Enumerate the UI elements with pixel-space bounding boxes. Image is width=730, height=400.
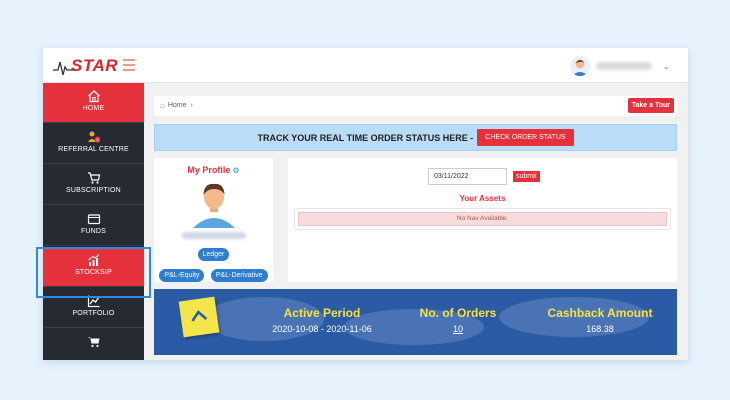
- take-a-tour-button[interactable]: Take a Tour: [627, 98, 674, 113]
- sidebar-item-label: HOME: [82, 105, 105, 112]
- orders-count-link[interactable]: 10: [408, 324, 508, 334]
- growth-chart-icon: [87, 254, 99, 266]
- date-input[interactable]: [428, 168, 507, 185]
- track-order-banner: TRACK YOUR REAL TIME ORDER STATUS HERE -…: [154, 124, 677, 151]
- cashback-value: 168.38: [586, 324, 614, 334]
- cart-icon: [87, 337, 99, 348]
- breadcrumb-separator: ›: [190, 102, 193, 109]
- active-period-stat: Active Period 2020-10-08 - 2020-11-06: [262, 306, 382, 334]
- cart-icon: [87, 172, 100, 184]
- cashback-title: Cashback Amount: [547, 306, 653, 320]
- sidebar-item-label: STOCKSIP: [75, 269, 112, 276]
- cashback-stat: Cashback Amount 168.38: [542, 306, 658, 334]
- sidebar-item-label: PORTFOLIO: [72, 310, 115, 317]
- active-period-value: 2020-10-08 - 2020-11-06: [272, 324, 372, 334]
- chevron-down-icon[interactable]: ⌄: [662, 61, 670, 72]
- sticky-note-chevron-up-icon: [178, 296, 220, 338]
- user-menu[interactable]: ⌄: [570, 55, 670, 77]
- check-order-status-button[interactable]: CHECK ORDER STATUS: [477, 129, 574, 146]
- sidebar-item-home[interactable]: HOME: [43, 83, 144, 123]
- sidebar-item-funds[interactable]: FUNDS: [43, 206, 144, 246]
- home-icon: ⌂: [160, 101, 165, 110]
- line-chart-icon: [87, 295, 100, 308]
- sidebar-item-label: SUBSCRIPTION: [66, 187, 121, 194]
- wallet-icon: [87, 214, 100, 225]
- track-order-text: TRACK YOUR REAL TIME ORDER STATUS HERE -: [257, 132, 474, 143]
- profile-title-text: My Profile: [187, 165, 231, 175]
- orders-title: No. of Orders: [419, 306, 497, 320]
- pl-derivative-button[interactable]: P&L-Derivative: [210, 269, 268, 282]
- sidebar-item-cart[interactable]: [43, 329, 144, 360]
- date-filter-row: submit: [428, 168, 540, 185]
- sidebar-item-label: FUNDS: [80, 228, 107, 235]
- profile-avatar: [191, 180, 237, 228]
- profile-buttons-row-1: Ledger: [154, 243, 273, 261]
- sidebar-item-portfolio[interactable]: PORTFOLIO: [43, 288, 144, 328]
- active-period-title: Active Period: [283, 306, 361, 320]
- breadcrumb-bar: ⌂ Home › Take a Tour: [154, 96, 677, 116]
- star-logo[interactable]: STAR: [53, 56, 119, 78]
- sidebar-item-stocksip[interactable]: STOCKSIP: [43, 247, 144, 287]
- gear-icon[interactable]: ⚙: [232, 166, 239, 175]
- profile-title: My Profile ⚙: [154, 165, 273, 175]
- profile-buttons-row-2: P&L-Equity P&L-Derivative: [154, 264, 273, 282]
- no-nav-message: No Nav Available.: [298, 212, 667, 226]
- breadcrumb-home[interactable]: Home: [168, 102, 187, 109]
- sidebar: HOME $ REFERRAL CENTRE SUBSCRIPTION FUND…: [43, 83, 144, 360]
- user-name-blurred: [596, 62, 653, 70]
- breadcrumb: ⌂ Home ›: [160, 101, 193, 110]
- sidebar-item-subscription[interactable]: SUBSCRIPTION: [43, 165, 144, 205]
- menu-toggle-icon[interactable]: [123, 59, 135, 71]
- top-bar: STAR ⌄: [43, 48, 688, 83]
- assets-card: submit Your Assets No Nav Available.: [288, 158, 677, 282]
- your-assets-title: Your Assets: [459, 194, 506, 203]
- nav-box: No Nav Available.: [294, 208, 671, 230]
- orders-stat: No. of Orders 10: [408, 306, 508, 334]
- sidebar-item-referral-centre[interactable]: $ REFERRAL CENTRE: [43, 124, 144, 164]
- profile-name-blurred: [181, 232, 246, 239]
- ledger-button[interactable]: Ledger: [197, 248, 230, 261]
- referral-icon: $: [87, 131, 100, 143]
- svg-text:$: $: [96, 137, 99, 143]
- logo-text: STAR: [71, 56, 119, 75]
- sidebar-item-label: REFERRAL CENTRE: [58, 146, 129, 153]
- submit-button[interactable]: submit: [513, 171, 540, 182]
- pl-equity-button[interactable]: P&L-Equity: [159, 269, 205, 282]
- user-avatar: [570, 56, 591, 76]
- profile-card: My Profile ⚙ Ledger P&L-Equity P&L-Deriva…: [154, 158, 273, 282]
- stats-banner: Active Period 2020-10-08 - 2020-11-06 No…: [154, 289, 677, 355]
- app-window: STAR ⌄ HOME $ REFERRAL CENTRE SUBSCRIPTI…: [43, 48, 688, 360]
- home-icon: [87, 90, 100, 103]
